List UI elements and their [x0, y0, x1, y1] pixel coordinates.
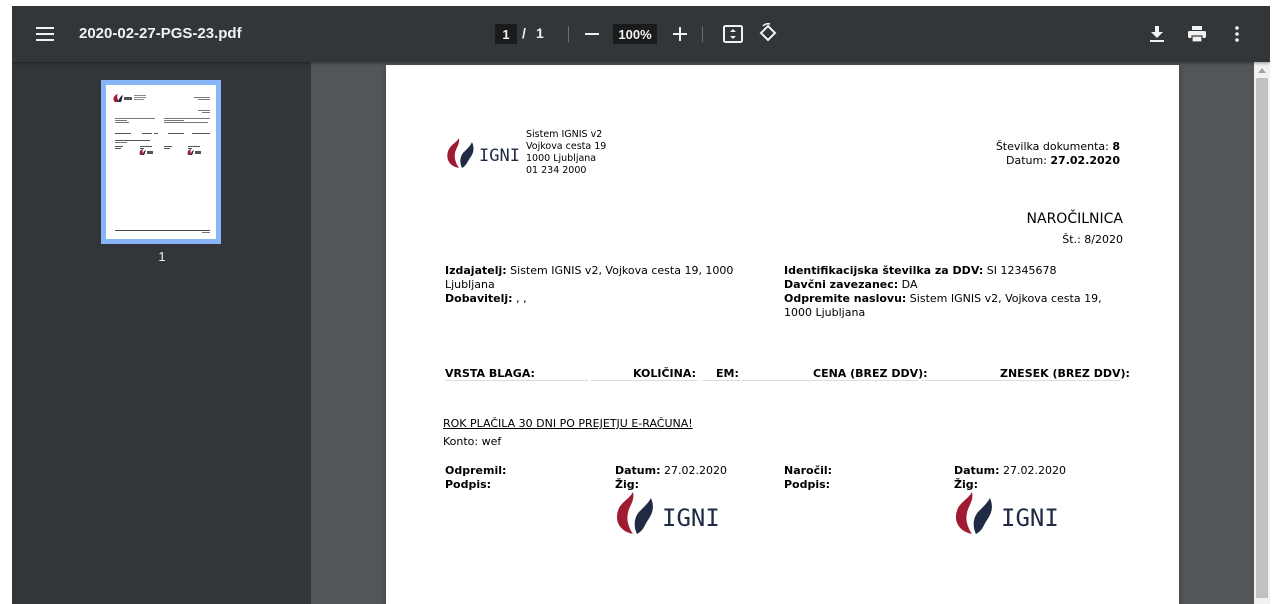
- page-total: 1: [536, 25, 544, 41]
- divider: [445, 380, 588, 381]
- table-header: VRSTA BLAGA:: [445, 367, 535, 380]
- divider: [703, 380, 740, 381]
- pdf-viewer: 2020-02-27-PGS-23.pdf 1 / 1 100% 1 IGNI …: [12, 6, 1270, 604]
- thumbnail-sidebar: 1: [12, 62, 311, 604]
- table-header: ZNESEK (BREZ DDV):: [1000, 367, 1130, 380]
- table-header: KOLIČINA:: [633, 367, 696, 380]
- orderer-label: Naročil:: [784, 464, 833, 477]
- vat-line: Identifikacijska številka za DDV: SI 123…: [784, 264, 1056, 278]
- logo-text: IGNIS: [479, 146, 521, 166]
- rotate-icon[interactable]: [757, 22, 779, 44]
- company-line: 01 234 2000: [526, 165, 587, 176]
- supplier-line: Dobavitelj: , ,: [445, 292, 527, 306]
- vat-label: Identifikacijska številka za DDV:: [784, 264, 984, 277]
- company-line: Sistem IGNIS v2: [526, 129, 603, 140]
- divider: [568, 26, 569, 42]
- thumbnail-page-label: 1: [158, 249, 166, 264]
- plus-icon[interactable]: [670, 24, 690, 44]
- ship-label: Odpremite naslovu:: [784, 292, 907, 305]
- divider: [702, 26, 703, 42]
- page-separator: /: [522, 25, 526, 41]
- zoom-input[interactable]: 100%: [613, 24, 657, 44]
- more-vert-icon[interactable]: [1227, 23, 1247, 45]
- scrollbar-thumb[interactable]: [1256, 78, 1268, 598]
- date-label: Datum:: [615, 464, 661, 477]
- table-header: CENA (BREZ DDV):: [813, 367, 928, 380]
- logo-text: IGNIS: [662, 504, 720, 532]
- download-icon[interactable]: [1147, 23, 1167, 45]
- signature-label: Podpis:: [784, 478, 831, 491]
- taxpayer-line: Davčni zavezanec: DA: [784, 278, 917, 292]
- vertical-scrollbar[interactable]: [1254, 62, 1270, 604]
- ignis-logo: IGNIS: [445, 137, 530, 173]
- minus-icon[interactable]: [582, 24, 602, 44]
- thumbnail-preview: [106, 85, 216, 239]
- doc-number-value: 8: [1112, 140, 1120, 153]
- ship-line: Odpremite naslovu: Sistem IGNIS v2, Vojk…: [784, 292, 1102, 306]
- doc-date-value: 27.02.2020: [1050, 154, 1120, 167]
- payment-note: ROK PLAČILA 30 DNI PO PREJETJU E-RAČUNA!: [443, 417, 693, 430]
- company-line: 1000 Ljubljana: [526, 153, 597, 164]
- account-line: Konto: wef: [443, 435, 502, 448]
- hamburger-menu-icon[interactable]: [32, 22, 58, 46]
- date-value: 27.02.2020: [660, 464, 727, 477]
- doc-subnumber: Št.: 8/2020: [1062, 233, 1123, 246]
- document-title: 2020-02-27-PGS-23.pdf: [79, 25, 242, 42]
- divider: [922, 380, 1120, 381]
- company-line: Vojkova cesta 19: [526, 141, 607, 152]
- stamp-label: Žig:: [615, 478, 640, 491]
- date-value: 27.02.2020: [999, 464, 1066, 477]
- doc-number: Številka dokumenta: 8: [996, 140, 1120, 154]
- doc-title: NAROČILNICA: [1026, 211, 1123, 227]
- stamp-logo: IGNIS: [614, 491, 734, 539]
- ship-value: Sistem IGNIS v2, Vojkova cesta 19,: [906, 292, 1102, 305]
- document-area[interactable]: IGNIS Sistem IGNIS v2 Vojkova cesta 19 1…: [311, 62, 1270, 604]
- sender-label: Odpremil:: [445, 464, 507, 477]
- issuer-line: Izdajatelj: Sistem IGNIS v2, Vojkova ces…: [445, 264, 733, 278]
- issuer-label: Izdajatelj:: [445, 264, 507, 277]
- page-thumbnail[interactable]: [101, 80, 221, 244]
- ship-value-cont: 1000 Ljubljana: [784, 306, 866, 319]
- stamp-logo: IGNIS: [953, 491, 1073, 539]
- table-header: EM:: [716, 367, 739, 380]
- supplier-label: Dobavitelj:: [445, 292, 513, 305]
- doc-number-label: Številka dokumenta:: [995, 140, 1109, 153]
- fit-page-icon[interactable]: [722, 23, 744, 45]
- logo-text: IGNIS: [1001, 504, 1059, 532]
- supplier-value: , ,: [512, 292, 527, 305]
- page-number-input[interactable]: 1: [495, 24, 517, 44]
- doc-date: Datum: 27.02.2020: [1006, 154, 1120, 168]
- date-label: Datum:: [954, 464, 1000, 477]
- taxpayer-value: DA: [898, 278, 918, 291]
- signature-label: Podpis:: [445, 478, 492, 491]
- issuer-value: Sistem IGNIS v2, Vojkova cesta 19, 1000: [506, 264, 734, 277]
- divider: [742, 380, 919, 381]
- toolbar: 2020-02-27-PGS-23.pdf 1 / 1 100%: [12, 6, 1270, 62]
- print-icon[interactable]: [1186, 23, 1208, 45]
- taxpayer-label: Davčni zavezanec:: [784, 278, 899, 291]
- vat-value: SI 12345678: [983, 264, 1057, 277]
- scroll-up-arrow-icon[interactable]: [1258, 68, 1266, 73]
- doc-date-label: Datum:: [1005, 154, 1047, 167]
- orderer-date: Datum: 27.02.2020: [954, 464, 1066, 478]
- stamp-label: Žig:: [954, 478, 979, 491]
- pdf-page: IGNIS Sistem IGNIS v2 Vojkova cesta 19 1…: [386, 65, 1179, 604]
- issuer-value-cont: Ljubljana: [445, 278, 495, 291]
- divider: [591, 380, 698, 381]
- sender-date: Datum: 27.02.2020: [615, 464, 727, 478]
